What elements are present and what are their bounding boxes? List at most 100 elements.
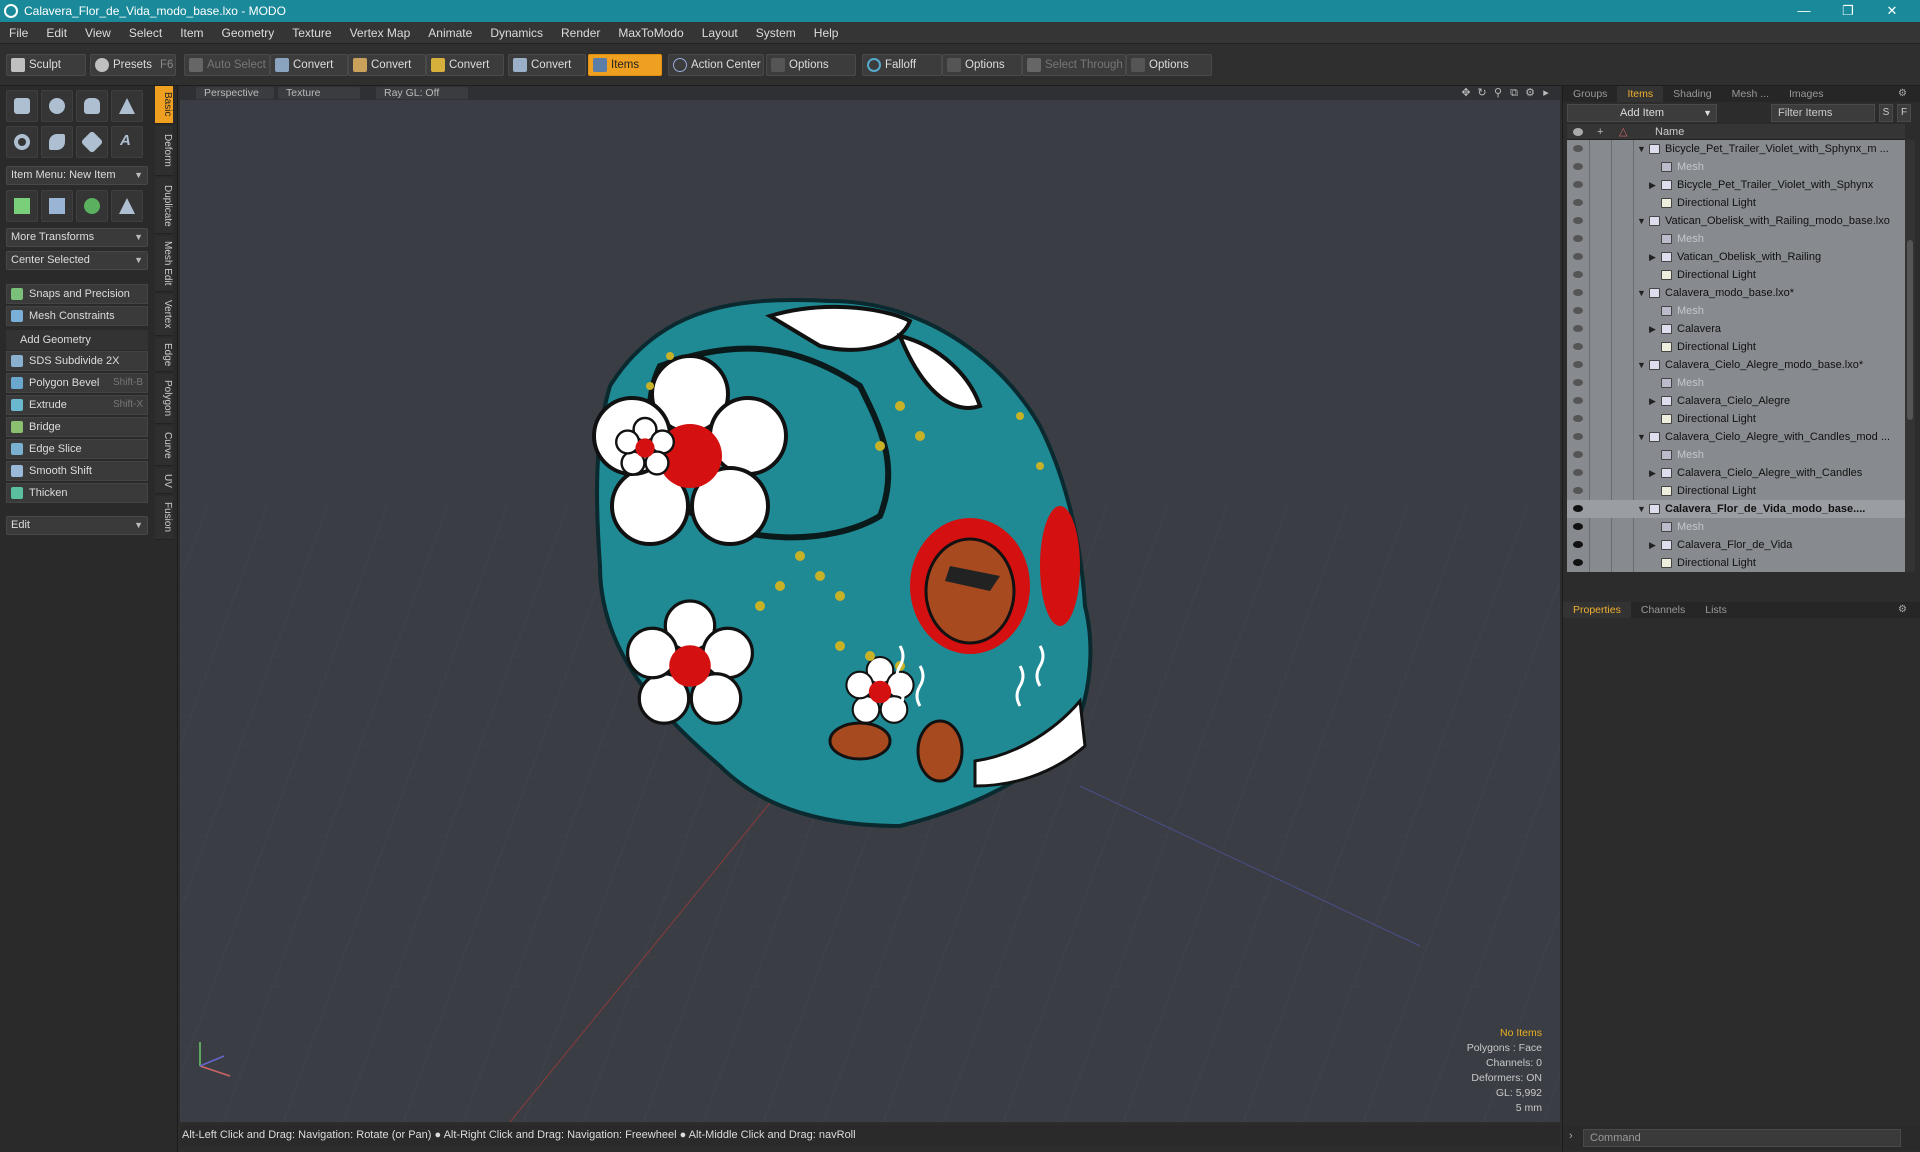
visibility-column-icon[interactable] xyxy=(1573,128,1583,136)
eye-icon[interactable] xyxy=(1573,397,1583,404)
item-row[interactable]: ▶ Bicycle_Pet_Trailer_Violet_with_Sphynx xyxy=(1567,176,1905,194)
collapse-icon[interactable]: ▼ xyxy=(1637,500,1646,518)
eye-icon[interactable] xyxy=(1573,433,1583,440)
tab-channels[interactable]: Channels xyxy=(1631,602,1695,618)
convert-button-3[interactable]: Convert xyxy=(426,54,504,76)
expand-icon[interactable]: ▶ xyxy=(1649,320,1656,338)
options-button-3[interactable]: Options xyxy=(1126,54,1212,76)
item-row[interactable]: ▶ Calavera xyxy=(1567,320,1905,338)
convert-button-2[interactable]: Convert xyxy=(348,54,426,76)
cone-icon[interactable] xyxy=(111,90,143,122)
eye-icon[interactable] xyxy=(1573,523,1583,530)
light-row[interactable]: Directional Light xyxy=(1567,194,1905,212)
light-row[interactable]: Directional Light xyxy=(1567,266,1905,284)
menu-system[interactable]: System xyxy=(747,22,805,44)
tab-shading[interactable]: Shading xyxy=(1663,86,1722,102)
item-row[interactable]: ▶ Calavera_Flor_de_Vida xyxy=(1567,536,1905,554)
snaps-precision-button[interactable]: Snaps and Precision xyxy=(6,284,148,304)
scene-row[interactable]: ▼ Vatican_Obelisk_with_Railing_modo_base.… xyxy=(1567,212,1905,230)
tab-images[interactable]: Images xyxy=(1779,86,1833,102)
sphere-icon[interactable] xyxy=(41,90,73,122)
fit-icon[interactable]: ⧉ xyxy=(1506,87,1522,100)
polygon-bevel-button[interactable]: Polygon Bevel Shift-B xyxy=(6,373,148,393)
items-mode-button[interactable]: Items xyxy=(588,54,662,76)
menu-view[interactable]: View xyxy=(76,22,120,44)
globe-icon[interactable] xyxy=(76,190,108,222)
eye-icon[interactable] xyxy=(1573,469,1583,476)
convert-button-1[interactable]: Convert xyxy=(270,54,348,76)
eye-icon[interactable] xyxy=(1573,541,1583,548)
scene-row[interactable]: ▼ Bicycle_Pet_Trailer_Violet_with_Sphynx_… xyxy=(1567,140,1905,158)
collapse-icon[interactable]: ▼ xyxy=(1637,284,1646,302)
tab-polygon[interactable]: Polygon xyxy=(155,374,173,424)
scene-row[interactable]: ▼ Calavera_Flor_de_Vida_modo_base.... xyxy=(1567,500,1905,518)
menu-help[interactable]: Help xyxy=(805,22,848,44)
options-button-1[interactable]: Options xyxy=(766,54,856,76)
eye-icon[interactable] xyxy=(1573,271,1583,278)
play-icon[interactable]: ▸ xyxy=(1538,86,1554,99)
mesh-constraints-button[interactable]: Mesh Constraints xyxy=(6,306,148,326)
tab-items[interactable]: Items xyxy=(1617,86,1664,102)
eye-icon[interactable] xyxy=(1573,199,1583,206)
edit-dropdown[interactable]: Edit ▼ xyxy=(6,516,148,535)
mesh-row[interactable]: Mesh xyxy=(1567,158,1905,176)
menu-vertex-map[interactable]: Vertex Map xyxy=(341,22,420,44)
eye-icon[interactable] xyxy=(1573,487,1583,494)
scene-row[interactable]: ▼ Calavera_modo_base.lxo* xyxy=(1567,284,1905,302)
select-through-button[interactable]: Select Through xyxy=(1022,54,1126,76)
cube-icon[interactable] xyxy=(6,90,38,122)
menu-geometry[interactable]: Geometry xyxy=(213,22,284,44)
pyramid-icon[interactable] xyxy=(111,190,143,222)
expand-icon[interactable]: ▶ xyxy=(1649,176,1656,194)
thicken-button[interactable]: Thicken xyxy=(6,483,148,503)
menu-layout[interactable]: Layout xyxy=(693,22,747,44)
text-icon[interactable]: A xyxy=(111,126,143,158)
pen-icon[interactable] xyxy=(76,126,108,158)
command-input[interactable]: Command xyxy=(1583,1129,1901,1147)
collapse-icon[interactable]: ▼ xyxy=(1637,140,1646,158)
falloff-button[interactable]: Falloff xyxy=(862,54,942,76)
sds-subdivide-button[interactable]: SDS Subdivide 2X xyxy=(6,351,148,371)
auto-select-button[interactable]: Auto Select xyxy=(184,54,270,76)
eye-icon[interactable] xyxy=(1573,181,1583,188)
options-button-2[interactable]: Options xyxy=(942,54,1022,76)
presets-button[interactable]: Presets F6 xyxy=(90,54,176,76)
menu-select[interactable]: Select xyxy=(120,22,171,44)
torus-icon[interactable] xyxy=(6,126,38,158)
eye-icon[interactable] xyxy=(1573,307,1583,314)
action-center-button[interactable]: Action Center xyxy=(668,54,764,76)
convert-button-4[interactable]: Convert xyxy=(508,54,586,76)
move-icon[interactable]: ✥ xyxy=(1458,86,1474,99)
eye-icon[interactable] xyxy=(1573,379,1583,386)
light-row[interactable]: Directional Light xyxy=(1567,482,1905,500)
menu-maxtomodo[interactable]: MaxToModo xyxy=(609,22,692,44)
item-list-scrollbar[interactable] xyxy=(1905,140,1915,572)
perspective-button[interactable]: Perspective xyxy=(196,87,274,99)
tab-curve[interactable]: Curve xyxy=(155,426,173,466)
item-menu-dropdown[interactable]: Item Menu: New Item ▼ xyxy=(6,166,148,185)
collapse-icon[interactable]: ▼ xyxy=(1637,356,1646,374)
eye-icon[interactable] xyxy=(1573,325,1583,332)
tab-deform[interactable]: Deform xyxy=(155,126,173,176)
menu-texture[interactable]: Texture xyxy=(283,22,340,44)
item-row[interactable]: ▶ Calavera_Cielo_Alegre_with_Candles xyxy=(1567,464,1905,482)
tube-icon[interactable] xyxy=(41,126,73,158)
eye-icon[interactable] xyxy=(1573,361,1583,368)
edge-slice-button[interactable]: Edge Slice xyxy=(6,439,148,459)
tab-vertex[interactable]: Vertex xyxy=(155,294,173,336)
menu-render[interactable]: Render xyxy=(552,22,609,44)
eye-icon[interactable] xyxy=(1573,343,1583,350)
scene-row[interactable]: ▼ Calavera_Cielo_Alegre_with_Candles_mod … xyxy=(1567,428,1905,446)
panel-gear-icon[interactable]: ⚙ xyxy=(1888,602,1917,618)
light-row[interactable]: Directional Light xyxy=(1567,410,1905,428)
light-row[interactable]: Directional Light xyxy=(1567,554,1905,572)
mesh-row[interactable]: Mesh xyxy=(1567,374,1905,392)
menu-animate[interactable]: Animate xyxy=(419,22,481,44)
grid-icon[interactable] xyxy=(41,190,73,222)
eye-icon[interactable] xyxy=(1573,415,1583,422)
mesh-row[interactable]: Mesh xyxy=(1567,230,1905,248)
eye-icon[interactable] xyxy=(1573,145,1583,152)
light-row[interactable]: Directional Light xyxy=(1567,338,1905,356)
transform-icon[interactable] xyxy=(6,190,38,222)
eye-icon[interactable] xyxy=(1573,235,1583,242)
